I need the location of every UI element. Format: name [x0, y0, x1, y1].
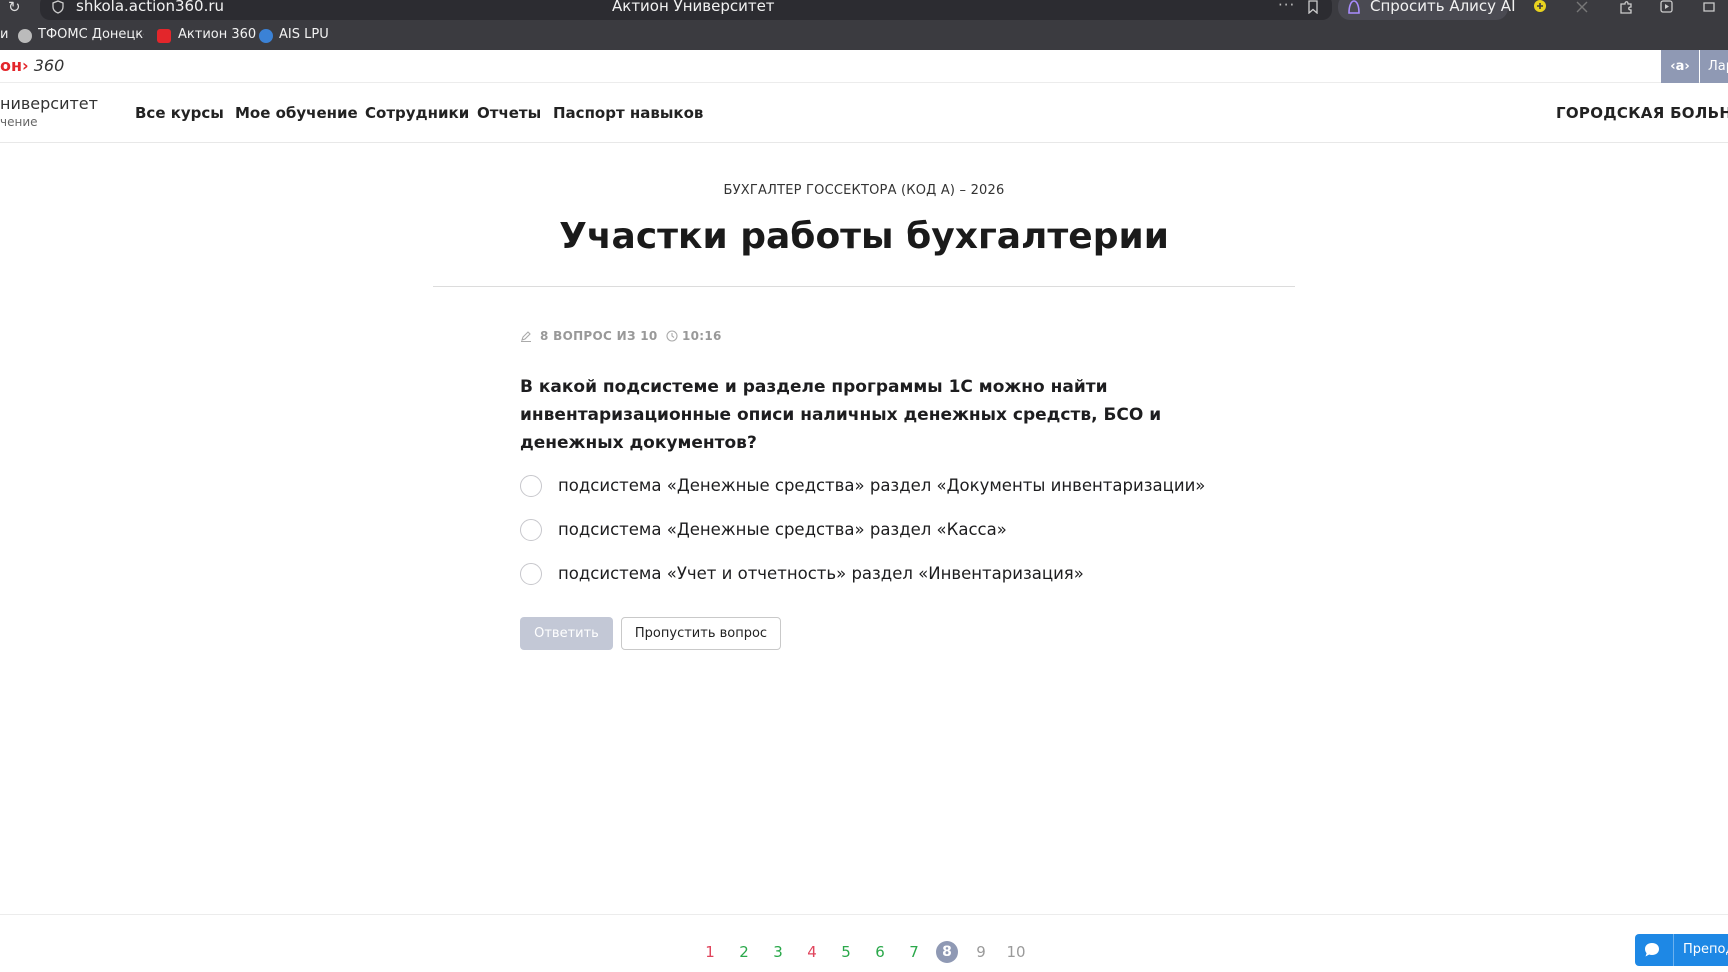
extension-icon[interactable]: [1574, 0, 1590, 14]
skip-question-button[interactable]: Пропустить вопрос: [621, 617, 781, 650]
bookmark-tfoms[interactable]: ТФОМС Донецко: [38, 27, 144, 43]
support-separator: [1673, 934, 1674, 966]
question-counter: 8 ВОПРОС ИЗ 10: [540, 329, 658, 343]
user-menu[interactable]: Лар: [1700, 50, 1728, 83]
pager-item-4[interactable]: 4: [800, 942, 824, 962]
answer-option[interactable]: подсистема «Учет и отчетность» раздел «И…: [520, 562, 1200, 588]
answer-radio[interactable]: [520, 519, 542, 541]
bookmark-ais-lpu[interactable]: AIS LPU: [279, 27, 329, 43]
question-text: В какой подсистеме и разделе программы 1…: [520, 377, 1162, 453]
alice-icon: [1348, 0, 1360, 14]
course-name: БУХГАЛТЕР ГОССЕКТОРА (КОД А) – 2026: [723, 183, 1005, 198]
nav-reports[interactable]: Отчеты: [477, 104, 541, 122]
bottom-divider: [0, 914, 1728, 915]
shield-icon: [52, 0, 64, 14]
bookmark-action360[interactable]: Актион 360: [178, 27, 256, 43]
media-icon[interactable]: [1660, 0, 1676, 14]
teacher-chat-button[interactable]: Препод: [1635, 934, 1728, 966]
ais-lpu-icon: [259, 29, 273, 43]
answer-label[interactable]: подсистема «Учет и отчетность» раздел «И…: [558, 564, 1084, 584]
lesson-title: Участки работы бухгалтерии: [559, 216, 1169, 257]
answer-label[interactable]: подсистема «Денежные средства» раздел «К…: [558, 520, 1007, 540]
tfoms-icon: [18, 29, 32, 43]
university-title[interactable]: ниверситет: [0, 94, 98, 114]
site-top-strip: он› 360 ‹a› Лар: [0, 50, 1728, 83]
bookmark-item[interactable]: и: [0, 27, 8, 43]
pager-item-5[interactable]: 5: [834, 942, 858, 962]
brand-number: 360: [33, 56, 65, 75]
tab-title: Актион Университет: [612, 0, 775, 15]
support-label[interactable]: Препод: [1683, 942, 1728, 958]
main-nav: ниверситет чение Все курсы Мое обучение …: [0, 84, 1728, 143]
bookmarks-bar: и ТФОМС Донецко Актион 360 AIS LPU: [0, 20, 1728, 50]
nav-all-courses[interactable]: Все курсы: [135, 104, 224, 122]
clock-icon: [666, 330, 678, 342]
answer-radio[interactable]: [520, 563, 542, 585]
pager-item-2[interactable]: 2: [732, 942, 756, 962]
browser-toolbar: ↻ shkola.action360.ru Актион Университет…: [0, 0, 1728, 20]
bookmark-icon[interactable]: [1306, 0, 1320, 14]
alice-label[interactable]: Спросить Алису AI: [1370, 0, 1516, 14]
assistant-button[interactable]: ‹a›: [1661, 50, 1699, 83]
pager-item-1[interactable]: 1: [698, 942, 722, 962]
nav-my-learning[interactable]: Мое обучение: [235, 104, 358, 122]
pager-item-6[interactable]: 6: [868, 942, 892, 962]
title-divider: [433, 286, 1295, 287]
pager-item-current[interactable]: 8: [936, 941, 958, 963]
downloads-icon[interactable]: [1702, 0, 1718, 14]
nav-employees[interactable]: Сотрудники: [365, 104, 469, 122]
answer-option[interactable]: подсистема «Денежные средства» раздел «К…: [520, 518, 1200, 544]
pager-item-9[interactable]: 9: [969, 942, 993, 962]
pen-icon: [521, 331, 531, 342]
puzzle-icon[interactable]: [1618, 0, 1634, 14]
chat-icon: [1645, 943, 1659, 957]
answer-label[interactable]: подсистема «Денежные средства» раздел «Д…: [558, 476, 1205, 496]
question-timer: 10:16: [682, 329, 722, 343]
university-subtitle: чение: [0, 115, 38, 129]
organization-name[interactable]: ГОРОДСКАЯ БОЛЬНИ: [1556, 104, 1728, 122]
address-url[interactable]: shkola.action360.ru: [76, 0, 224, 14]
answer-button[interactable]: Ответить: [520, 617, 613, 650]
pager-item-7[interactable]: 7: [902, 942, 926, 962]
plus-extension-icon[interactable]: [1532, 0, 1548, 14]
more-icon[interactable]: ···: [1278, 0, 1295, 14]
action360-icon: [157, 29, 171, 43]
reload-icon[interactable]: ↻: [8, 0, 21, 15]
pager-item-3[interactable]: 3: [766, 942, 790, 962]
answer-radio[interactable]: [520, 475, 542, 497]
answer-option[interactable]: подсистема «Денежные средства» раздел «Д…: [520, 474, 1205, 500]
pager-item-10[interactable]: 10: [1004, 942, 1028, 962]
brand-suffix: он›: [0, 56, 29, 75]
brand-logo[interactable]: он› 360: [0, 56, 64, 76]
nav-skills-passport[interactable]: Паспорт навыков: [553, 104, 703, 122]
